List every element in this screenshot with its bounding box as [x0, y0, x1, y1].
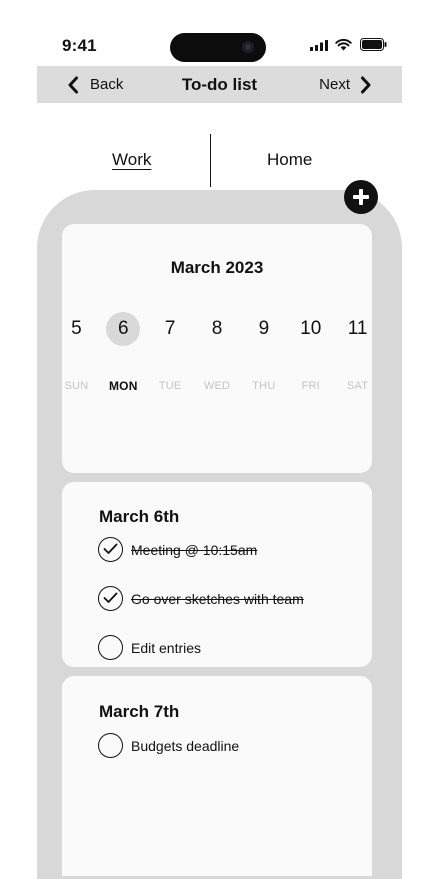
next-label: Next [319, 76, 350, 93]
checkmark-icon [103, 543, 118, 554]
wifi-icon [335, 38, 352, 51]
weekday-label: SAT [346, 380, 369, 392]
task-item[interactable]: Budgets deadline [98, 733, 239, 758]
add-task-button[interactable] [344, 180, 378, 214]
nav-bar: Back To-do list Next [37, 66, 402, 103]
battery-icon [360, 38, 387, 51]
weekday-label-selected: MON [108, 379, 138, 393]
day-card: March 7th Budgets deadline [62, 676, 372, 876]
dynamic-island [170, 33, 266, 62]
day-heading: March 7th [99, 702, 180, 721]
task-label: Budgets deadline [131, 737, 240, 754]
day-card: March 6th Meeting @ 10:15am Go over sket… [62, 482, 372, 667]
weekday-label: FRI [301, 380, 320, 392]
weekday-label: TUE [158, 380, 182, 392]
weekday-label: THU [252, 380, 276, 392]
task-label: Go over sketches with team [131, 590, 304, 607]
checkbox-unchecked[interactable] [98, 733, 123, 758]
task-item[interactable]: Go over sketches with team [98, 586, 304, 611]
calendar-date[interactable]: 8 [200, 312, 234, 346]
calendar-date[interactable]: 7 [153, 312, 187, 346]
calendar-date[interactable]: 5 [59, 312, 93, 346]
tab-divider [210, 134, 211, 187]
task-item[interactable]: Meeting @ 10:15am [98, 537, 257, 562]
calendar-weekdays-row: SUN MON TUE WED THU FRI SAT [53, 379, 381, 393]
calendar-card: March 2023 5 6 7 8 9 10 11 SUN MON TUE W… [62, 224, 372, 473]
next-button[interactable]: Next [319, 66, 372, 103]
calendar-date[interactable]: 9 [247, 312, 281, 346]
status-icons [308, 37, 388, 53]
chevron-right-icon [361, 76, 371, 93]
checkbox-checked[interactable] [98, 586, 123, 611]
status-bar: 9:41 [0, 0, 438, 64]
calendar-month: March 2023 [170, 258, 264, 277]
signal-icon [310, 40, 328, 51]
calendar-dates-row: 5 6 7 8 9 10 11 [53, 312, 381, 346]
tab-work[interactable]: Work [112, 150, 151, 170]
checkbox-unchecked[interactable] [98, 635, 123, 660]
task-label: Meeting @ 10:15am [131, 541, 258, 558]
status-time: 9:41 [62, 36, 97, 55]
checkmark-icon [103, 592, 118, 603]
weekday-label: SUN [64, 380, 89, 392]
camera-icon [242, 41, 254, 53]
task-item[interactable]: Edit entries [98, 635, 201, 660]
tab-home[interactable]: Home [267, 150, 312, 170]
weekday-label: WED [203, 380, 231, 392]
calendar-date[interactable]: 10 [294, 312, 328, 346]
checkbox-checked[interactable] [98, 537, 123, 562]
task-label: Edit entries [131, 639, 202, 656]
calendar-date[interactable]: 11 [341, 312, 375, 346]
calendar-date-selected[interactable]: 6 [106, 312, 141, 346]
day-heading: March 6th [99, 507, 180, 526]
